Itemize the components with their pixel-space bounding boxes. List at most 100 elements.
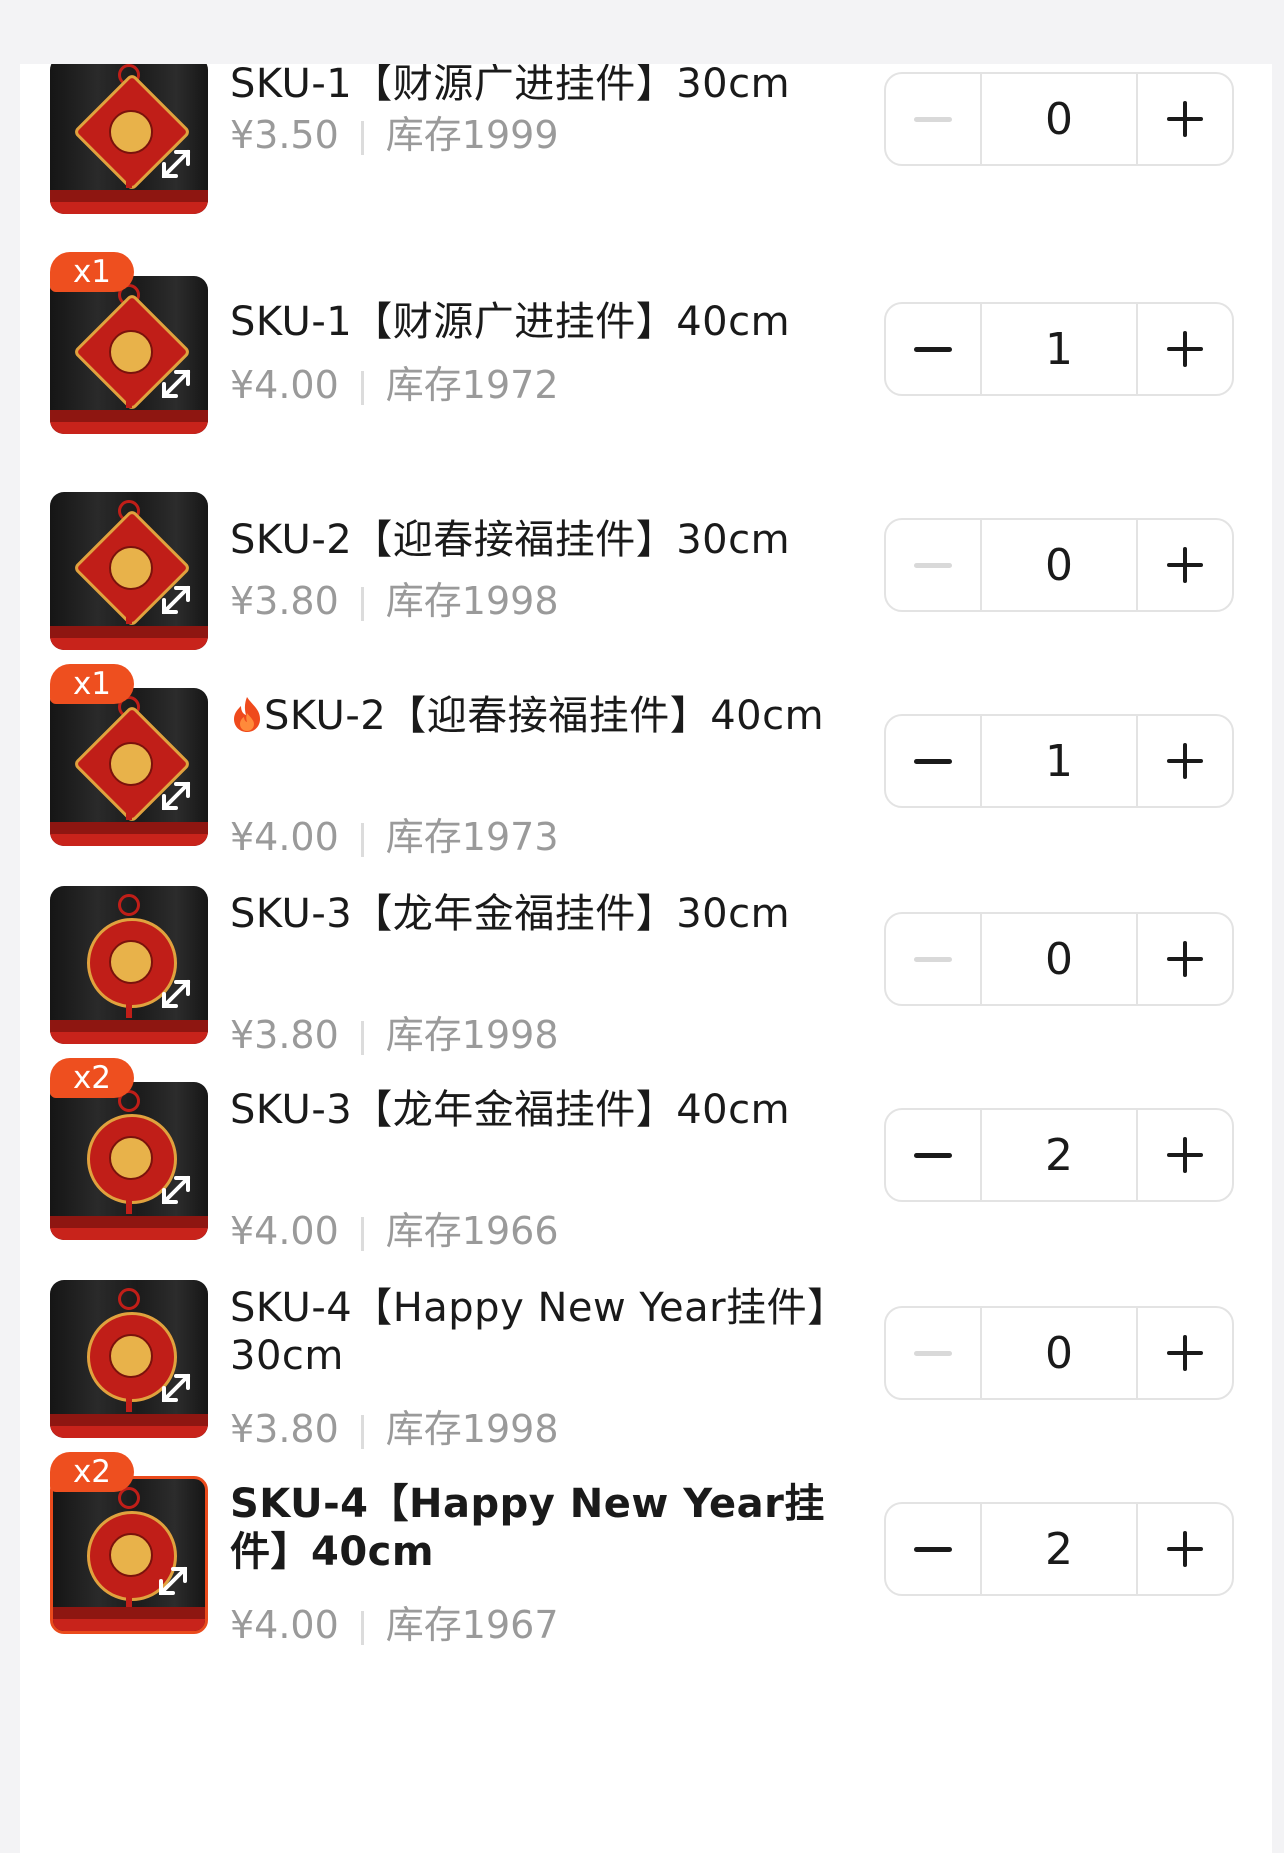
ornament-center	[109, 1136, 153, 1180]
quantity-input[interactable]: 0	[980, 914, 1138, 1004]
sku-stock: 库存1973	[385, 815, 559, 859]
sku-stock: 库存1998	[385, 579, 559, 623]
sku-price: ¥3.50	[230, 113, 339, 157]
quantity-stepper: 2	[884, 1502, 1234, 1596]
thumbnail-caption-band	[50, 190, 208, 214]
meta-divider	[360, 1216, 364, 1251]
quantity-input[interactable]: 1	[980, 716, 1138, 806]
ornament-tassel	[126, 394, 132, 408]
ornament-center	[109, 1533, 153, 1577]
sku-title: SKU-3【龙年金福挂件】30cm	[230, 890, 880, 938]
thumbnail-caption-band	[50, 822, 208, 846]
minus-icon	[914, 758, 952, 764]
quantity-input[interactable]: 2	[980, 1504, 1138, 1594]
sku-row: x1 SKU-1【财源广进挂件】40cm ¥4.00 库存1972 1	[20, 252, 1272, 508]
quantity-stepper: 0	[884, 518, 1234, 612]
sku-price: ¥4.00	[230, 363, 339, 407]
decrement-button[interactable]	[886, 716, 980, 806]
thumbnail-caption-band	[50, 1216, 208, 1240]
plus-icon	[1165, 545, 1205, 585]
quantity-badge: x1	[50, 664, 134, 704]
increment-button[interactable]	[1138, 520, 1232, 610]
quantity-stepper: 1	[884, 302, 1234, 396]
sku-meta: ¥3.50 库存1999	[230, 104, 559, 159]
decrement-button[interactable]	[886, 304, 980, 394]
expand-icon[interactable]	[156, 776, 196, 816]
decrement-button[interactable]	[886, 1504, 980, 1594]
meta-divider	[360, 1020, 364, 1055]
quantity-input[interactable]: 2	[980, 1110, 1138, 1200]
decrement-button[interactable]	[886, 1110, 980, 1200]
quantity-input[interactable]: 1	[980, 304, 1138, 394]
thumbnail-caption-band	[50, 626, 208, 650]
decrement-button[interactable]	[886, 520, 980, 610]
sku-row: x2 SKU-4【Happy New Year挂件】40cm ¥4.00 库存1967…	[20, 1452, 1272, 1708]
sku-price: ¥4.00	[230, 815, 339, 859]
quantity-stepper: 1	[884, 714, 1234, 808]
sku-title: SKU-4【Happy New Year挂件】30cm	[230, 1284, 880, 1380]
ornament-tassel	[126, 610, 132, 624]
expand-icon[interactable]	[156, 580, 196, 620]
expand-icon[interactable]	[156, 1368, 196, 1408]
plus-icon	[1165, 1333, 1205, 1373]
quantity-input[interactable]: 0	[980, 74, 1138, 164]
expand-icon[interactable]	[156, 144, 196, 184]
product-thumbnail[interactable]	[50, 64, 208, 214]
sku-title: SKU-2【迎春接福挂件】40cm	[230, 692, 880, 740]
increment-button[interactable]	[1138, 914, 1232, 1004]
decrement-button[interactable]	[886, 914, 980, 1004]
ornament-tassel	[126, 806, 132, 820]
product-thumbnail[interactable]	[50, 492, 208, 650]
plus-icon	[1165, 741, 1205, 781]
meta-divider	[360, 370, 364, 405]
product-thumbnail[interactable]	[50, 276, 208, 434]
quantity-badge: x2	[50, 1452, 134, 1492]
sku-stock: 库存1998	[385, 1407, 559, 1451]
ornament-knot	[118, 1288, 140, 1310]
thumbnail-caption-band	[50, 1414, 208, 1438]
increment-button[interactable]	[1138, 1504, 1232, 1594]
sku-row: SKU-1【财源广进挂件】30cm ¥3.50 库存1999 0	[20, 64, 1272, 288]
product-thumbnail[interactable]	[50, 688, 208, 846]
plus-icon	[1165, 99, 1205, 139]
expand-icon[interactable]	[156, 1170, 196, 1210]
meta-divider	[360, 1610, 364, 1645]
plus-icon	[1165, 1529, 1205, 1569]
sku-title-text: SKU-2【迎春接福挂件】40cm	[264, 693, 825, 739]
ornament-tassel	[126, 1200, 132, 1214]
sku-title: SKU-2【迎春接福挂件】30cm	[230, 516, 880, 564]
sku-stock: 库存1966	[385, 1209, 559, 1253]
sku-list: SKU-1【财源广进挂件】30cm ¥3.50 库存1999 0 x1 SKU-1【财源广…	[20, 64, 1272, 1853]
quantity-input[interactable]: 0	[980, 1308, 1138, 1398]
increment-button[interactable]	[1138, 1308, 1232, 1398]
product-thumbnail[interactable]	[50, 886, 208, 1044]
thumbnail-caption-band	[50, 410, 208, 434]
product-thumbnail[interactable]	[50, 1082, 208, 1240]
sku-price: ¥3.80	[230, 1013, 339, 1057]
sku-meta: ¥3.80 库存1998	[230, 570, 559, 625]
quantity-stepper: 0	[884, 912, 1234, 1006]
fire-icon	[230, 695, 264, 733]
sku-price: ¥4.00	[230, 1209, 339, 1253]
product-thumbnail[interactable]	[50, 1476, 208, 1634]
increment-button[interactable]	[1138, 1110, 1232, 1200]
quantity-input[interactable]: 0	[980, 520, 1138, 610]
decrement-button[interactable]	[886, 1308, 980, 1398]
increment-button[interactable]	[1138, 74, 1232, 164]
minus-icon	[914, 1546, 952, 1552]
quantity-badge: x2	[50, 1058, 134, 1098]
quantity-stepper: 0	[884, 72, 1234, 166]
increment-button[interactable]	[1138, 716, 1232, 806]
increment-button[interactable]	[1138, 304, 1232, 394]
expand-icon[interactable]	[153, 1561, 193, 1601]
expand-icon[interactable]	[156, 974, 196, 1014]
decrement-button[interactable]	[886, 74, 980, 164]
sku-title-text: SKU-1【财源广进挂件】30cm	[230, 64, 791, 107]
expand-icon[interactable]	[156, 364, 196, 404]
product-thumbnail[interactable]	[50, 1280, 208, 1438]
ornament-tassel	[126, 1398, 132, 1412]
sku-title-text: SKU-2【迎春接福挂件】30cm	[230, 517, 791, 563]
ornament-center	[109, 330, 153, 374]
sku-title: SKU-1【财源广进挂件】40cm	[230, 298, 880, 346]
meta-divider	[360, 1414, 364, 1449]
